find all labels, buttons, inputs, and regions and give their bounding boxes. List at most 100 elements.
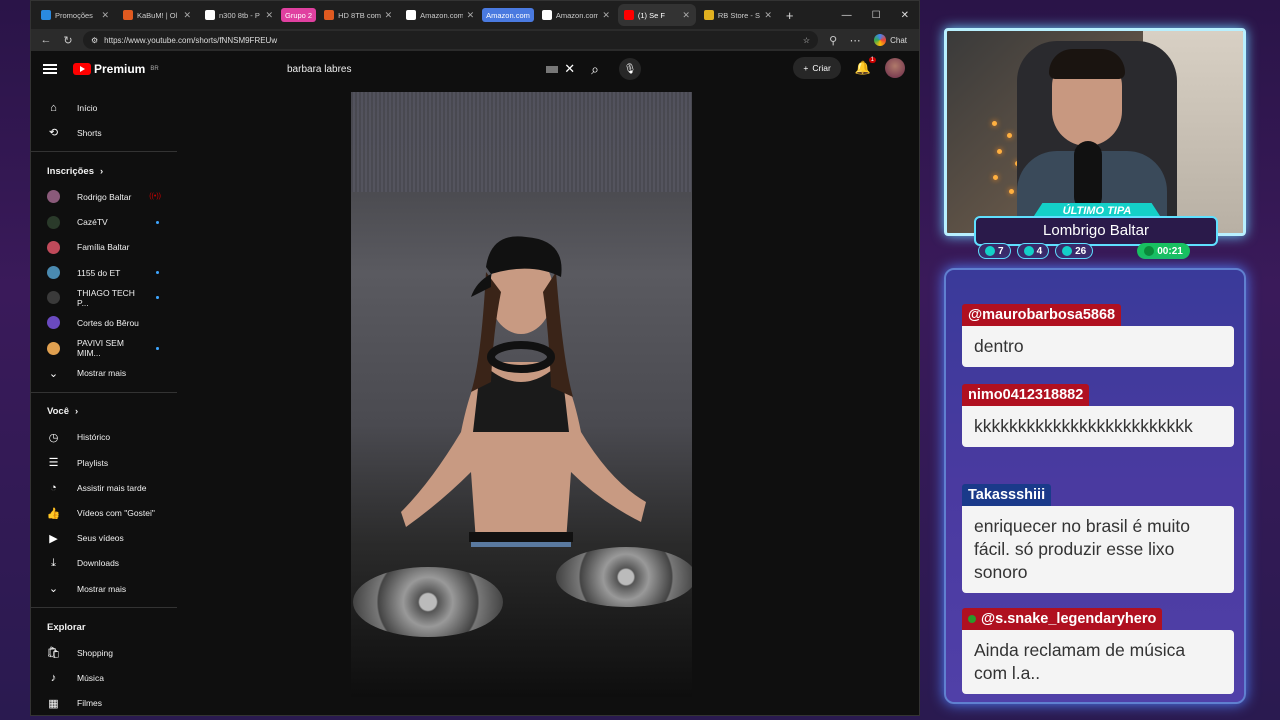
channel-name: 1155 do ET <box>77 267 121 278</box>
sidebar-divider <box>31 151 177 153</box>
browser-tab[interactable]: (1) Se F ✕ <box>617 4 696 26</box>
stream-layout: Promoções ✕ KaBuM! | Ol ✕ n300 8tb - P ✕ Grupo… <box>0 0 1280 720</box>
new-content-dot <box>156 296 159 300</box>
tab-close-icon[interactable]: ✕ <box>467 10 475 21</box>
sidebar-item-movies[interactable]: ▦ Filmes <box>31 691 177 715</box>
sidebar-item-playlists[interactable]: ☰ Playlists <box>31 450 177 475</box>
sidebar-divider <box>31 607 177 609</box>
clear-search-icon[interactable]: ✕ <box>564 61 575 77</box>
sidebar-item-shorts[interactable]: ⟲ Shorts <box>31 120 177 145</box>
tab-close-icon[interactable]: ✕ <box>682 10 690 21</box>
youtube-icon <box>1023 246 1034 256</box>
browser-tab[interactable]: RB Store - S ✕ <box>698 4 778 26</box>
like-icon: 👍 <box>46 507 61 520</box>
menu-dots-icon[interactable]: ⋯ <box>848 34 862 47</box>
sidebar-item-music[interactable]: ♪ Música <box>31 665 177 690</box>
close-window-icon[interactable]: ✕ <box>901 10 909 21</box>
avatar[interactable] <box>885 58 905 78</box>
shorts-video[interactable] <box>351 92 692 697</box>
sidebar-item-label: Shopping <box>77 647 113 658</box>
tab-close-icon[interactable]: ✕ <box>265 10 273 21</box>
tab-label: Amazon.com <box>555 10 599 20</box>
youtube-header: Premium BR barbara labres ✕ ⌕ 🎙 + Criar … <box>31 51 919 87</box>
subscription-item[interactable]: 1155 do ET <box>31 260 177 285</box>
site-info-icon[interactable]: ⚙ <box>91 36 98 45</box>
reload-icon[interactable]: ↻ <box>61 34 75 47</box>
mic-icon[interactable]: 🎙 <box>619 58 641 80</box>
sidebar-item-label: Downloads <box>77 558 120 569</box>
youtube-logo[interactable]: Premium BR <box>73 62 159 76</box>
extensions-icon[interactable]: ⚲ <box>826 34 840 47</box>
tab-close-icon[interactable]: ✕ <box>183 10 191 21</box>
tab-group-label[interactable]: Grupo 2 <box>281 8 317 22</box>
chevron-right-icon: › <box>75 406 79 418</box>
stat-pill: 4 <box>1016 243 1050 259</box>
channel-avatar <box>47 266 60 280</box>
cam-streamer-hair <box>1049 49 1125 79</box>
subscription-item[interactable]: CazéTV <box>31 210 177 235</box>
minimize-icon[interactable]: — <box>842 10 852 21</box>
sidebar-item-watch-later[interactable]: ◔ Assistir mais tarde <box>31 475 177 500</box>
channel-avatar <box>47 240 60 254</box>
sidebar-item-like[interactable]: 👍 Vídeos com "Gostei" <box>31 500 177 525</box>
menu-icon[interactable] <box>43 64 57 74</box>
notifications-icon[interactable]: 🔔 1 <box>855 57 876 76</box>
browser-tab[interactable]: n300 8tb - P ✕ <box>199 4 279 26</box>
chat-message: @s.snake_legendaryhero Ainda reclamam de … <box>962 608 1234 694</box>
subscription-item[interactable]: Família Baltar <box>31 235 177 260</box>
movies-icon: ▦ <box>48 697 59 710</box>
notification-badge: 1 <box>868 57 876 63</box>
browser-tab[interactable]: Promoções ✕ <box>35 4 115 26</box>
stat-value: 26 <box>1075 245 1087 257</box>
sidebar-item-shopping[interactable]: 🛍 Shopping <box>31 640 177 665</box>
tab-group-label[interactable]: Amazon.com <box>482 8 534 22</box>
watch-later-icon: ◔ <box>50 481 57 494</box>
show-more-subscriptions[interactable]: ⌄ Mostrar mais <box>31 361 177 386</box>
cam-microphone <box>1074 141 1102 211</box>
sidebar-item-download[interactable]: ⤓ Downloads <box>31 551 177 576</box>
window-controls: — ☐ ✕ <box>842 10 919 21</box>
create-button[interactable]: + Criar <box>793 57 841 79</box>
sidebar-item-history[interactable]: ◷ Histórico <box>31 425 177 450</box>
tab-label: KaBuM! | Ol <box>137 10 178 20</box>
chat-author-name: Takassshiii <box>968 487 1046 503</box>
you-header[interactable]: Você › <box>31 399 177 425</box>
browser-tab[interactable]: KaBuM! | Ol ✕ <box>117 4 197 26</box>
tab-close-icon[interactable]: ✕ <box>764 10 772 21</box>
show-more-you[interactable]: ⌄ Mostrar mais <box>31 576 177 601</box>
search-icon[interactable]: ⌕ <box>591 61 599 78</box>
browser-window: Promoções ✕ KaBuM! | Ol ✕ n300 8tb - P ✕ Grupo… <box>30 0 920 716</box>
bookmark-star-icon[interactable]: ☆ <box>803 36 810 45</box>
back-icon[interactable]: ← <box>39 34 53 46</box>
url-field[interactable]: ⚙ https://www.youtube.com/shorts/fNNSM9F… <box>83 31 819 49</box>
create-label: Criar <box>812 63 831 73</box>
tab-favicon-icon <box>406 10 417 20</box>
sidebar-item-your-videos[interactable]: ▶ Seus vídeos <box>31 526 177 551</box>
tab-close-icon[interactable]: ✕ <box>101 10 109 21</box>
chat-text: kkkkkkkkkkkkkkkkkkkkkkkkk <box>962 406 1234 447</box>
subscription-item[interactable]: THIAGO TECH P... <box>31 285 177 310</box>
browser-tab[interactable]: HD 8TB com ✕ <box>318 4 398 26</box>
subscriptions-header[interactable]: Inscrições › <box>31 158 177 184</box>
sidebar-item-label: Shorts <box>77 127 102 138</box>
keyboard-icon[interactable] <box>546 65 559 73</box>
tab-close-icon[interactable]: ✕ <box>602 10 610 21</box>
search-input[interactable]: barbara labres <box>287 64 351 75</box>
sidebar-item-label: Histórico <box>77 432 111 443</box>
chat-text: enriquecer no brasil é muito fácil. só p… <box>962 506 1234 593</box>
chat-button[interactable]: Chat <box>870 34 911 46</box>
browser-tab[interactable]: Amazon.com ✕ <box>536 4 616 26</box>
sidebar-item-label: Música <box>77 672 104 683</box>
chat-text: dentro <box>962 326 1234 367</box>
subscription-item[interactable]: Rodrigo Baltar ((•)) <box>31 184 177 209</box>
browser-tab[interactable]: Amazon.com ✕ <box>400 4 480 26</box>
tab-close-icon[interactable]: ✕ <box>385 10 393 21</box>
sidebar-divider <box>31 391 177 393</box>
address-bar: ← ↻ ⚙ https://www.youtube.com/shorts/fNN… <box>31 29 919 51</box>
new-tab-icon[interactable]: + <box>786 8 794 23</box>
stat-pill: 7 <box>978 243 1011 259</box>
subscription-item[interactable]: Cortes do Bêrou <box>31 310 177 335</box>
subscription-item[interactable]: PAVIVI SEM MIM... <box>31 336 177 361</box>
sidebar-item-home[interactable]: ⌂ Início <box>31 95 177 120</box>
maximize-icon[interactable]: ☐ <box>872 10 881 21</box>
